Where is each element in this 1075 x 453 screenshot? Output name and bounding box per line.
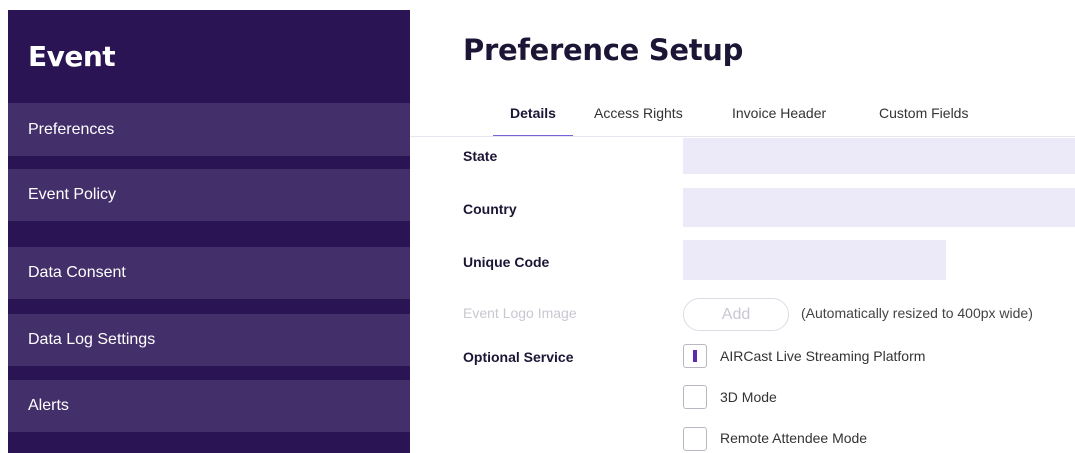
page-title: Preference Setup [463,33,744,67]
aircast-option-label: AIRCast Live Streaming Platform [720,348,926,364]
sidebar: Event Preferences Event Policy Data Cons… [8,10,410,453]
aircast-checkbox[interactable] [683,344,707,368]
sidebar-item-label: Data Consent [28,264,126,281]
tab-access-rights[interactable]: Access Rights [594,105,683,137]
optional-service-label: Optional Service [463,349,574,365]
sidebar-item-label: Event Policy [28,186,117,203]
check-mark-icon [693,350,697,362]
sidebar-item-label: Data Log Settings [28,331,156,348]
tab-label: Custom Fields [879,105,969,121]
event-logo-label: Event Logo Image [463,305,577,321]
logo-resize-note: (Automatically resized to 400px wide) [801,305,1033,321]
remote-attendee-checkbox[interactable] [683,427,707,451]
sidebar-item-alerts[interactable]: Alerts [8,380,410,432]
3d-mode-option-label: 3D Mode [720,389,777,405]
sidebar-item-label: Preferences [28,120,115,138]
sidebar-item-data-consent[interactable]: Data Consent [8,247,410,299]
country-input[interactable] [683,188,1075,227]
unique-code-label: Unique Code [463,254,550,270]
remote-attendee-option-label: Remote Attendee Mode [720,430,868,446]
sidebar-item-label: Alerts [28,397,69,414]
state-input[interactable] [683,138,1075,174]
sidebar-title: Event [28,40,116,73]
add-logo-button[interactable]: Add [683,298,789,331]
tab-details[interactable]: Details [493,105,573,137]
unique-code-input[interactable] [683,240,946,280]
tab-divider [410,136,1075,137]
sidebar-item-data-log-settings[interactable]: Data Log Settings [8,314,410,366]
state-label: State [463,148,498,164]
tab-label: Access Rights [594,105,683,121]
tab-invoice-header[interactable]: Invoice Header [732,105,826,137]
country-label: Country [463,201,517,217]
tab-custom-fields[interactable]: Custom Fields [879,105,968,137]
tab-label: Details [510,105,556,121]
sidebar-item-preferences[interactable]: Preferences [8,103,410,156]
tab-label: Invoice Header [732,105,827,121]
3d-mode-checkbox[interactable] [683,385,707,409]
sidebar-item-event-policy[interactable]: Event Policy [8,169,410,221]
